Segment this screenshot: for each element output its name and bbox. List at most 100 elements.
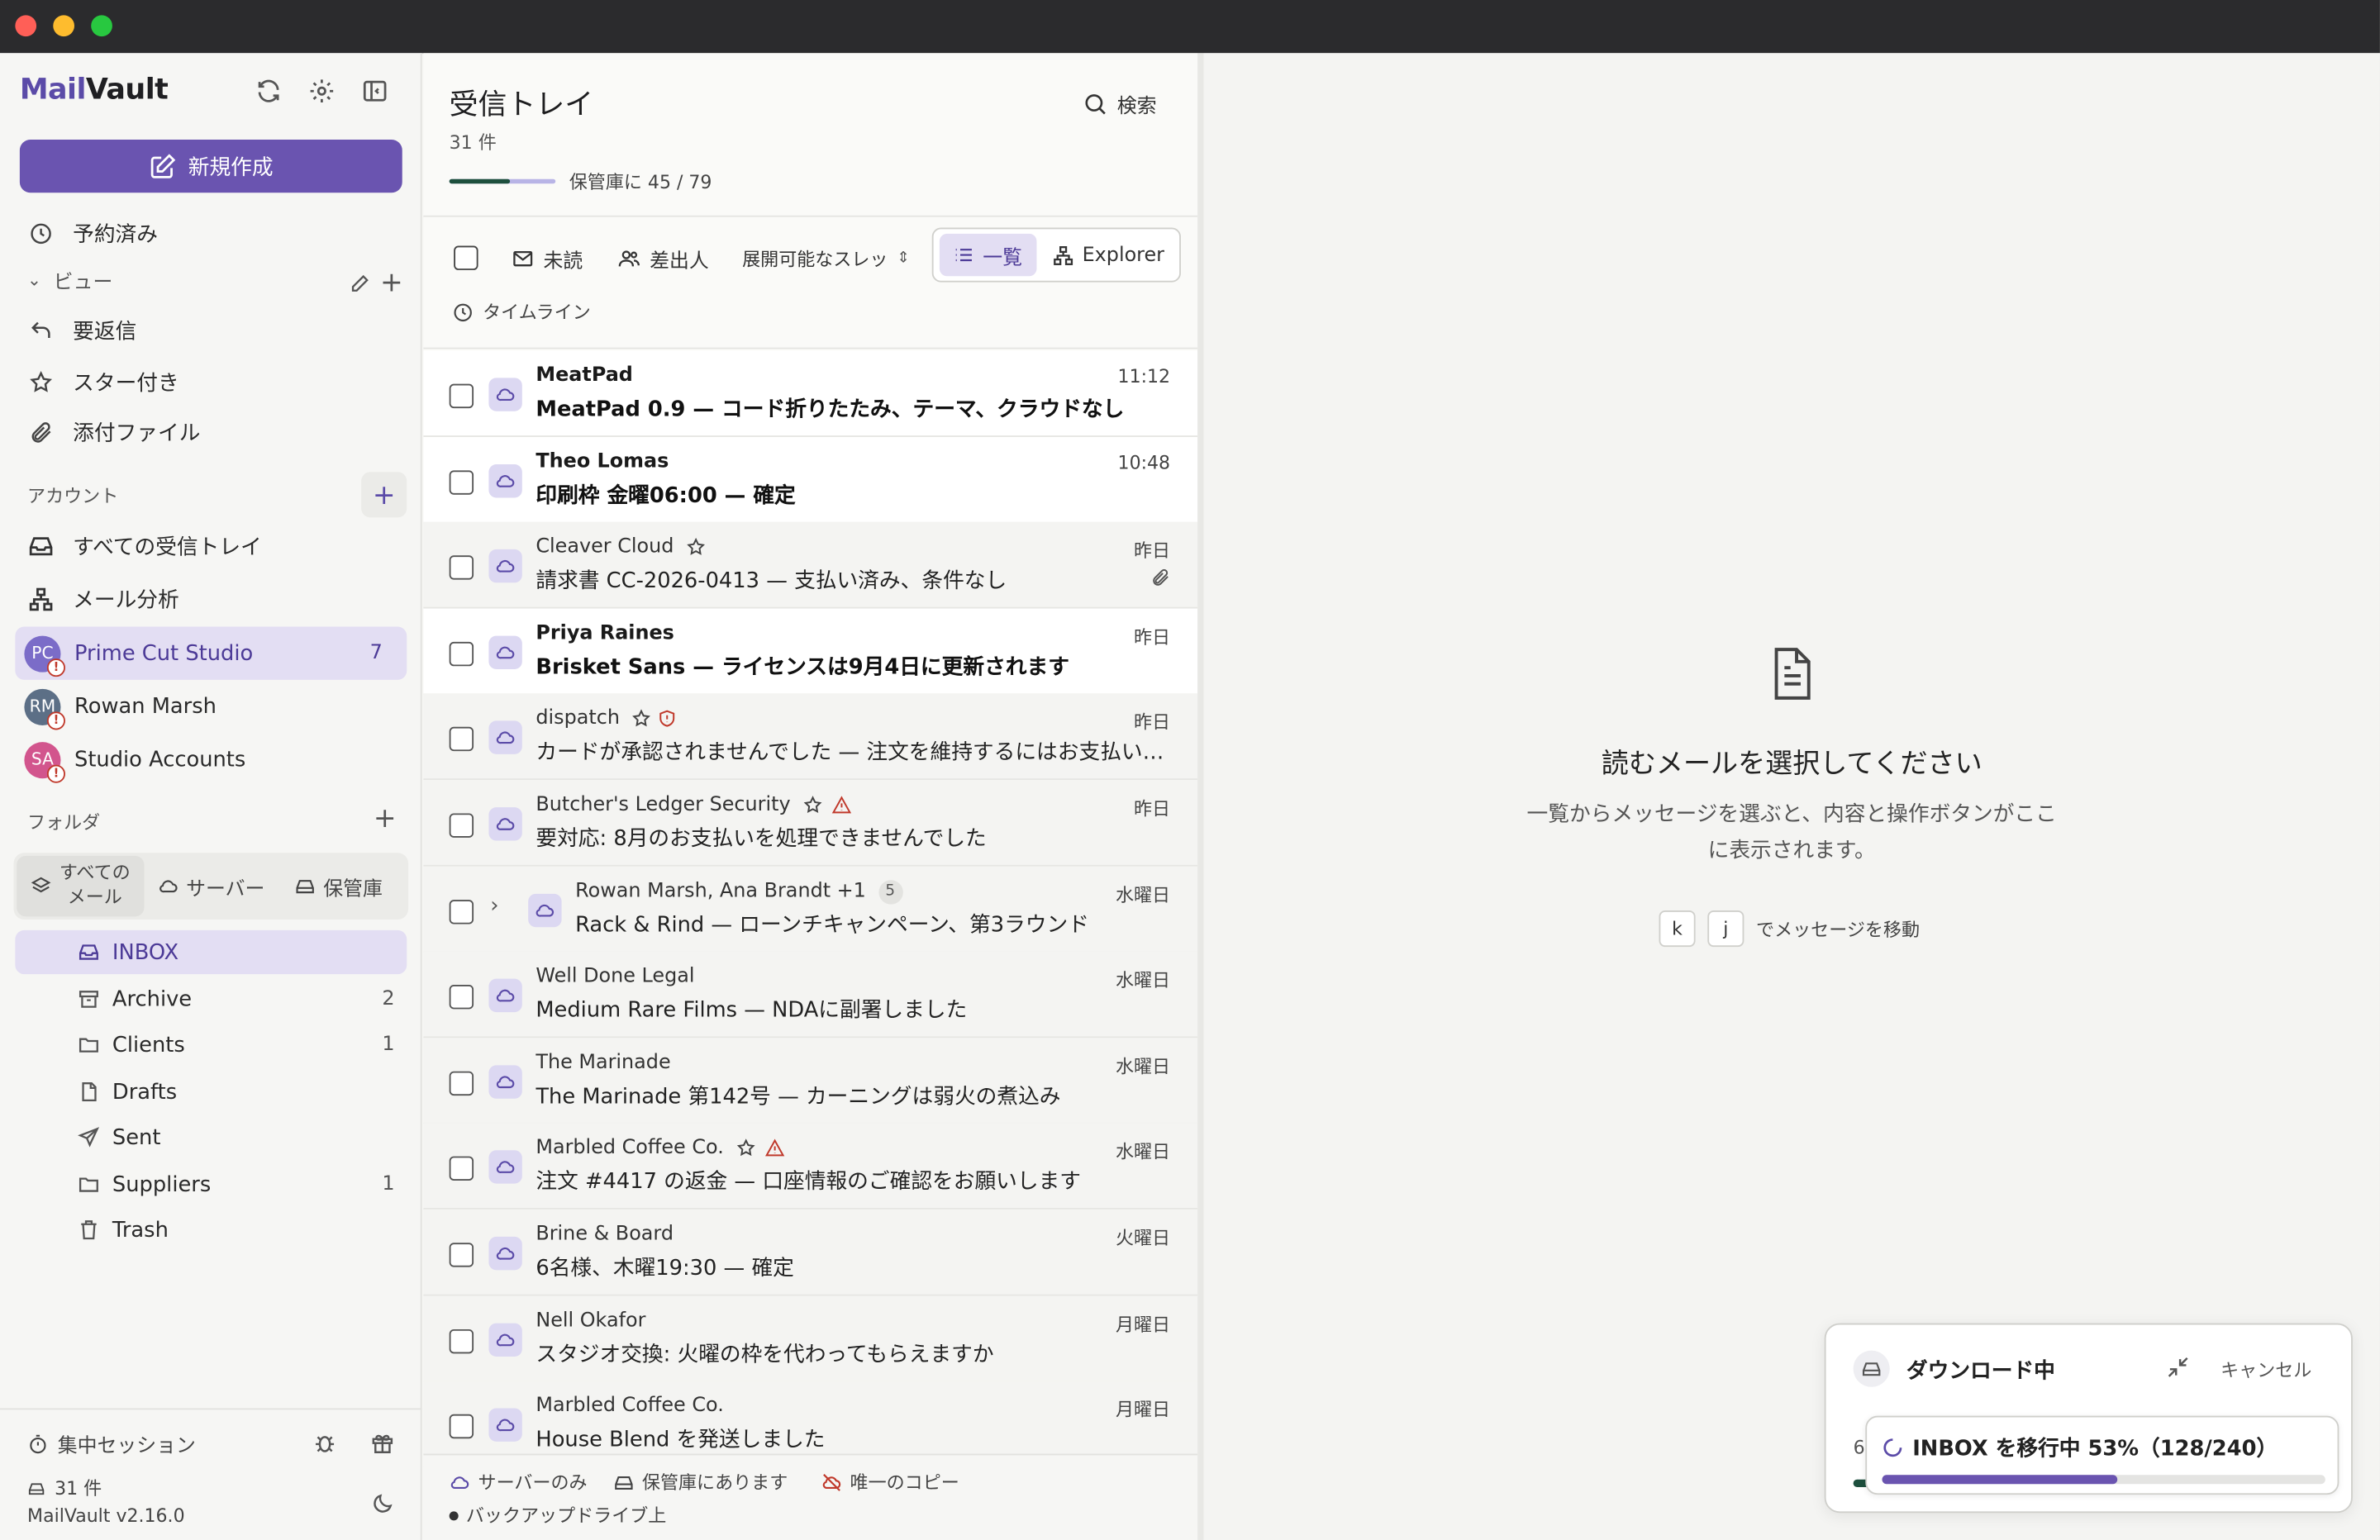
row-checkbox[interactable]	[449, 985, 474, 1010]
message-row[interactable]: Butcher's Ledger Security 要対応: 8月のお支払いを処理…	[423, 780, 1198, 867]
sender-name: Butcher's Ledger Security	[536, 793, 791, 817]
folder-name: Suppliers	[112, 1172, 212, 1197]
row-checkbox[interactable]	[449, 1157, 474, 1181]
draft-icon	[76, 1081, 100, 1104]
star-icon[interactable]	[735, 1138, 755, 1158]
message-subject: 要対応: 8月のお支払いを処理できませんでした	[536, 827, 987, 852]
thread-mode-select[interactable]: 展開可能なスレッ ⇕	[742, 240, 910, 276]
message-row[interactable]: dispatch カードが承認されませんでした — 注文を維持するにはお支払い情報…	[423, 694, 1198, 781]
sidebar-item-mail-analytics[interactable]: メール分析	[15, 577, 407, 622]
view-list-button[interactable]: 一覧	[939, 233, 1037, 277]
account-studio-accounts[interactable]: SA! Studio Accounts	[15, 733, 407, 786]
scope-vault[interactable]: 保管庫	[278, 856, 399, 916]
message-row[interactable]: Nell Okafor スタジオ交換: 火曜の枠を代わってもらえますか 月曜日	[423, 1295, 1198, 1382]
pane-resize-handle[interactable]	[1197, 53, 1204, 1540]
message-subject: 6名様、木曜19:30 — 確定	[536, 1256, 794, 1281]
star-icon[interactable]	[802, 795, 822, 815]
row-checkbox[interactable]	[449, 1071, 474, 1096]
edit-views-icon[interactable]	[343, 265, 376, 298]
toolbar-divider	[423, 215, 1198, 217]
folder-sent[interactable]: Sent	[15, 1115, 407, 1159]
message-row[interactable]: MeatPad MeatPad 0.9 — コード折りたたみ、テーマ、クラウドなし…	[423, 350, 1198, 437]
row-checkbox[interactable]	[449, 469, 474, 495]
focus-session-button[interactable]: 集中セッション	[27, 1429, 196, 1458]
compose-button[interactable]: 新規作成	[19, 139, 402, 193]
message-count: 31 件	[27, 1475, 102, 1500]
message-row[interactable]: Well Done Legal Medium Rare Films — NDAに副…	[423, 951, 1198, 1039]
add-account-button[interactable]: +	[361, 472, 407, 518]
row-checkbox[interactable]	[449, 813, 474, 838]
filter-unread-button[interactable]: 未読	[512, 240, 583, 276]
folder-trash[interactable]: Trash	[15, 1208, 407, 1252]
minimize-window-button[interactable]	[53, 15, 74, 37]
cancel-download-button[interactable]: キャンセル	[2221, 1357, 2311, 1382]
zoom-window-button[interactable]	[91, 15, 112, 37]
select-all-checkbox[interactable]	[454, 240, 478, 276]
sidebar-item-attachments[interactable]: 添付ファイル	[15, 410, 407, 455]
message-row[interactable]: Priya Raines Brisket Sans — ライセンスは9月4日に更新…	[423, 608, 1198, 695]
folder-archive[interactable]: Archive 2	[15, 977, 407, 1021]
row-checkbox[interactable]	[449, 383, 474, 409]
add-folder-icon[interactable]: +	[374, 803, 397, 835]
row-checkbox[interactable]	[449, 1414, 474, 1439]
scope-server[interactable]: サーバー	[144, 856, 278, 916]
folder-inbox[interactable]: INBOX	[15, 929, 407, 975]
sender-line: dispatch	[536, 708, 677, 730]
sidebar-item-all-inboxes[interactable]: すべての受信トレイ	[15, 524, 407, 569]
rows-divider	[423, 347, 1198, 349]
settings-gear-icon[interactable]	[305, 74, 338, 107]
folder-drafts[interactable]: Drafts	[15, 1070, 407, 1114]
timeline-button[interactable]: タイムライン	[452, 299, 591, 325]
folder-icon	[76, 1034, 100, 1057]
close-window-button[interactable]	[15, 15, 37, 37]
scope-all-mail[interactable]: すべての メール	[17, 855, 145, 917]
download-task: INBOX を移行中 53%（128/240）	[1883, 1433, 2278, 1463]
star-icon[interactable]	[686, 538, 706, 558]
message-row[interactable]: Cleaver Cloud 請求書 CC-2026-0413 — 支払い済み、条件…	[423, 522, 1198, 609]
folder-suppliers[interactable]: Suppliers 1	[15, 1162, 407, 1206]
add-view-icon[interactable]: +	[375, 265, 408, 298]
sidebar-item-scheduled[interactable]: 予約済み	[15, 211, 407, 256]
account-name: Prime Cut Studio	[74, 641, 254, 666]
list-count: 31 件	[449, 131, 497, 154]
refresh-icon[interactable]	[252, 74, 285, 107]
expand-thread-chevron-icon[interactable]: ›	[490, 893, 498, 917]
dark-mode-moon-icon[interactable]	[366, 1487, 399, 1520]
minimize-panel-icon[interactable]	[2166, 1355, 2190, 1386]
message-row[interactable]: Marbled Coffee Co. 注文 #4417 の返金 — 口座情報のご確…	[423, 1123, 1198, 1210]
avatar: RM!	[24, 687, 65, 730]
search-button[interactable]: 検索	[1083, 89, 1157, 118]
sender-line: The Marinade	[536, 1051, 670, 1074]
drive-icon	[1853, 1350, 1890, 1387]
filter-sender-button[interactable]: 差出人	[618, 240, 709, 276]
users-icon	[618, 250, 640, 266]
row-checkbox[interactable]	[449, 727, 474, 752]
message-row[interactable]: Theo Lomas 印刷枠 金曜06:00 — 確定 10:48	[423, 436, 1198, 523]
star-icon[interactable]	[632, 709, 652, 729]
row-checkbox[interactable]	[449, 641, 474, 666]
account-rowan-marsh[interactable]: RM! Rowan Marsh	[15, 680, 407, 733]
sidebar-item-starred[interactable]: スター付き	[15, 359, 407, 405]
folder-clients[interactable]: Clients 1	[15, 1023, 407, 1067]
sender-name: Well Done Legal	[536, 965, 695, 989]
row-checkbox[interactable]	[449, 1243, 474, 1267]
drive-icon	[28, 1482, 45, 1495]
message-row[interactable]: › Rowan Marsh, Ana Brandt +1 5 Rack & Rind …	[423, 866, 1198, 953]
row-checkbox[interactable]	[449, 899, 474, 924]
account-prime-cut-studio[interactable]: PC! Prime Cut Studio 7	[15, 626, 407, 680]
compose-label: 新規作成	[188, 155, 274, 180]
paperclip-icon	[1150, 568, 1170, 592]
send-icon	[76, 1126, 100, 1149]
collapse-sidebar-icon[interactable]	[358, 74, 391, 107]
sidebar-item-needs-reply[interactable]: 要返信	[15, 308, 407, 354]
row-checkbox[interactable]	[449, 555, 474, 580]
message-time: 昨日	[1133, 626, 1171, 648]
message-row[interactable]: Brine & Board 6名様、木曜19:30 — 確定 火曜日	[423, 1209, 1198, 1296]
message-row[interactable]: The Marinade The Marinade 第142号 — カーニングは弱…	[423, 1037, 1198, 1124]
gift-icon[interactable]	[366, 1426, 399, 1459]
row-checkbox[interactable]	[449, 1328, 474, 1353]
view-explorer-button[interactable]: Explorer	[1052, 234, 1164, 276]
sender-line: Marbled Coffee Co.	[536, 1395, 723, 1418]
bug-icon[interactable]	[308, 1426, 341, 1459]
drive-icon	[615, 1476, 633, 1490]
